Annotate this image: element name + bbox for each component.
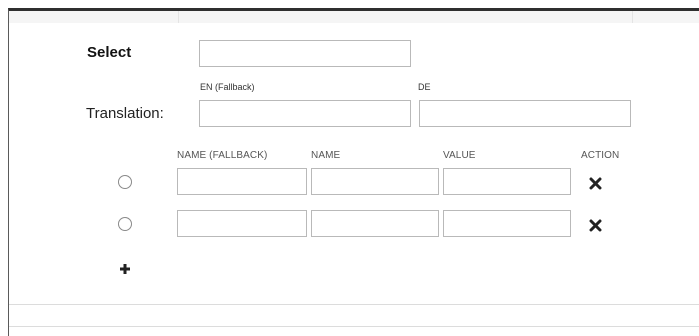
row-2-value-input[interactable] [443,210,571,237]
translation-en-input[interactable] [199,100,411,127]
add-row-plus-icon[interactable] [119,262,131,280]
row-2-remove-icon[interactable] [589,219,602,237]
row-2-name-input[interactable] [311,210,439,237]
row-1-remove-icon[interactable] [589,177,602,195]
row-2-name-fallback-input[interactable] [177,210,307,237]
divider-line [9,304,699,305]
row-2-radio[interactable] [118,217,132,231]
row-1-name-fallback-input[interactable] [177,168,307,195]
row-1-radio[interactable] [118,175,132,189]
row-1-value-input[interactable] [443,168,571,195]
header-action: ACTION [581,150,620,161]
header-name-fallback: NAME (FALLBACK) [177,150,268,161]
select-input[interactable] [199,40,411,67]
lang-label-de: DE [418,82,431,92]
header-value: VALUE [443,150,476,161]
lang-label-en: EN (Fallback) [200,82,255,92]
row-1-name-input[interactable] [311,168,439,195]
select-label: Select [87,44,132,61]
translation-label: Translation: [86,105,164,122]
divider-line [9,326,699,327]
header-name: NAME [311,150,341,161]
translation-de-input[interactable] [419,100,631,127]
